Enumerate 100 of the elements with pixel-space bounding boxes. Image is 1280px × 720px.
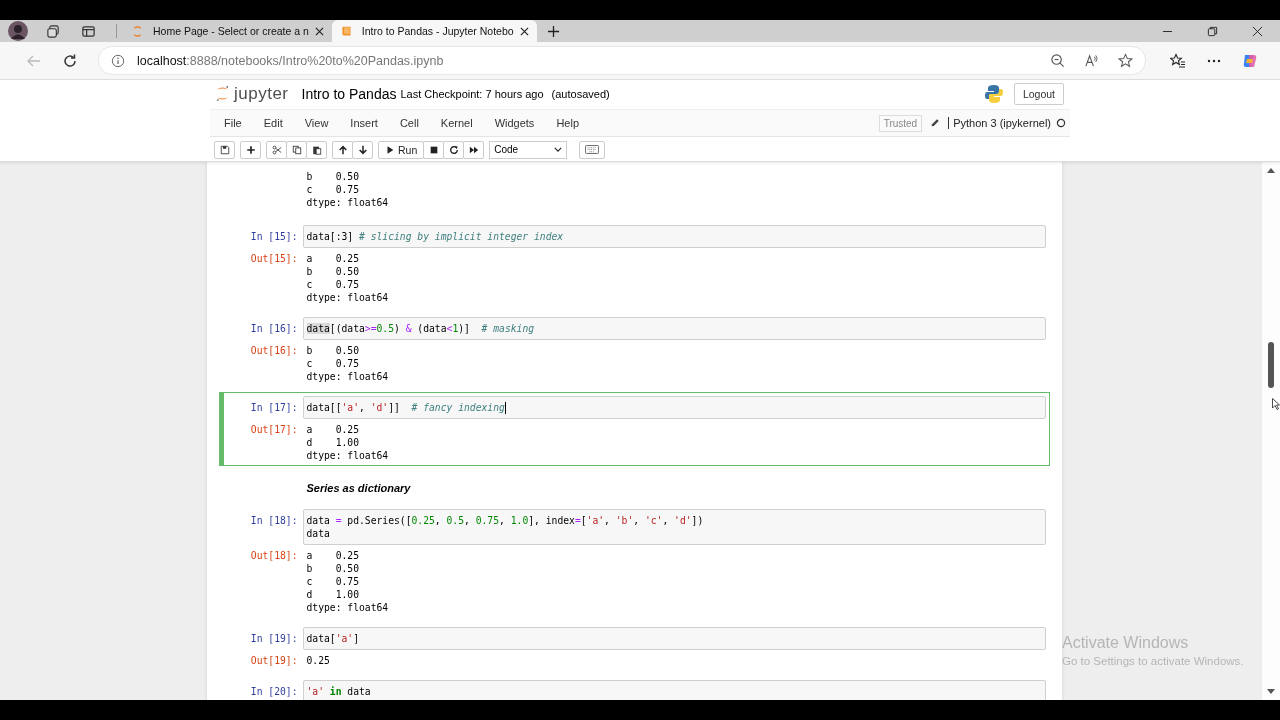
browser-tab[interactable]: Intro to Pandas - Jupyter Notebo xyxy=(331,20,537,42)
profile-avatar-icon[interactable] xyxy=(8,21,28,41)
restart-button[interactable] xyxy=(443,140,465,159)
restart-run-all-button[interactable] xyxy=(463,140,485,159)
output-line: d 1.00 xyxy=(306,436,360,449)
checkpoint-text: Last Checkpoint: 7 hours ago xyxy=(400,87,544,100)
output-line: 0.25 xyxy=(306,654,331,667)
trusted-indicator[interactable]: Trusted xyxy=(878,114,923,132)
output-line: d 1.00 xyxy=(306,588,360,601)
python-logo-icon xyxy=(983,83,1004,104)
menu-item[interactable]: Insert xyxy=(350,117,378,129)
address-field[interactable]: localhost:8888/notebooks/Intro%20to%20Pandas.ipynb xyxy=(98,46,1146,75)
output-line: c 0.75 xyxy=(306,183,360,196)
output-prompt: Out[15]: xyxy=(249,252,299,266)
close-icon[interactable] xyxy=(1252,25,1263,37)
menu-item[interactable]: View xyxy=(304,117,329,129)
notebook-title[interactable]: Intro to Pandas xyxy=(301,85,397,102)
output-line: a 0.25 xyxy=(306,549,360,562)
scroll-up-icon[interactable] xyxy=(1267,167,1275,173)
code-cell[interactable]: In [20]: 'a' in data xyxy=(218,676,1050,700)
copy-button[interactable] xyxy=(286,140,307,159)
code-input[interactable]: data['a'] xyxy=(302,627,1046,650)
workspaces-icon[interactable] xyxy=(46,23,61,39)
copilot-icon[interactable] xyxy=(1242,52,1258,69)
logo-text: jupyter xyxy=(234,83,289,104)
menu-item[interactable]: Help xyxy=(556,117,579,129)
scroll-thumb[interactable] xyxy=(1268,342,1274,388)
activation-title: Activate Windows xyxy=(1062,634,1190,652)
scissors-icon xyxy=(271,144,282,155)
close-icon[interactable] xyxy=(314,26,324,36)
loading-icon xyxy=(131,24,144,38)
code-line: data = pd.Series([0.25, 0.5, 0.75, 1.0], index=['a', 'b', 'c', 'd']) xyxy=(306,514,705,527)
paste-button[interactable] xyxy=(306,140,327,159)
output-prompt: Out[17]: xyxy=(249,423,299,437)
code-input[interactable]: data[:3] # slicing by implicit integer index xyxy=(302,225,1046,248)
tab-title: Intro to Pandas - Jupyter Notebo xyxy=(361,25,514,37)
star-icon[interactable] xyxy=(1118,53,1133,68)
browser-tab[interactable]: Home Page - Select or create a n xyxy=(123,20,332,42)
save-button[interactable] xyxy=(214,140,235,159)
output-line: b 0.50 xyxy=(306,344,360,357)
restart-icon xyxy=(448,144,459,155)
insert-cell-button[interactable] xyxy=(240,140,261,159)
output-prompt: Out[16]: xyxy=(249,344,299,358)
output-line: a 0.25 xyxy=(306,423,360,436)
input-prompt: In [15]: xyxy=(249,230,299,244)
logout-button[interactable]: Logout xyxy=(1013,82,1064,105)
tab-actions-icon[interactable] xyxy=(81,23,96,39)
arrow-down-icon xyxy=(357,144,368,155)
code-cell[interactable]: In [15]: data[:3] # slicing by implicit integer index Out[15]: a 0.25 b 0.50 c 0.75 dtype: float64 xyxy=(218,221,1050,308)
pencil-icon[interactable] xyxy=(930,118,941,128)
code-cell[interactable]: In [19]: data['a'] Out[19]: 0.25 xyxy=(218,623,1050,671)
output-line: dtype: float64 xyxy=(306,196,390,209)
info-icon[interactable] xyxy=(111,53,125,68)
restore-icon[interactable] xyxy=(1207,25,1218,37)
output-line: b 0.50 xyxy=(306,562,360,575)
cut-button[interactable] xyxy=(266,140,287,159)
output-prompt: Out[18]: xyxy=(249,549,299,563)
code-input[interactable]: data[(data>=0.5) & (data<1)] # masking xyxy=(302,317,1046,340)
keyboard-icon xyxy=(585,145,600,154)
stop-button[interactable] xyxy=(423,140,445,159)
refresh-icon[interactable] xyxy=(62,52,78,69)
scrollbar[interactable] xyxy=(1262,162,1280,700)
menu-item[interactable]: Widgets xyxy=(494,117,535,129)
input-prompt: In [20]: xyxy=(249,685,299,699)
menu-item[interactable]: Kernel xyxy=(440,117,473,129)
cell-type-select[interactable]: Code xyxy=(489,140,568,159)
menu-item[interactable]: Cell xyxy=(399,117,419,129)
code-input[interactable]: 'a' in data xyxy=(302,680,1046,700)
output-line: dtype: float64 xyxy=(306,449,390,462)
code-input[interactable]: data[['a', 'd']] # fancy indexing xyxy=(302,396,1046,419)
code-line: data[:3] # slicing by implicit integer index xyxy=(306,230,565,243)
favorites-icon[interactable] xyxy=(1170,52,1186,69)
zoom-out-icon[interactable] xyxy=(1050,53,1065,68)
move-down-button[interactable] xyxy=(352,140,373,159)
code-line: data['a'] xyxy=(306,632,360,645)
notebook-icon xyxy=(339,24,353,38)
stop-icon xyxy=(428,144,439,155)
code-input[interactable]: data = pd.Series([0.25, 0.5, 0.75, 1.0], index=['a', 'b', 'c', 'd']) data xyxy=(302,509,1046,545)
new-tab-icon[interactable] xyxy=(546,24,560,38)
code-cell[interactable]: In [17]: data[['a', 'd']] # fancy indexing Out[17]: a 0.25 d 1.00 dtype: float64 xyxy=(218,392,1050,466)
scroll-down-icon[interactable] xyxy=(1267,689,1275,695)
kernel-name[interactable]: Python 3 (ipykernel) xyxy=(948,117,1051,129)
kernel-idle-icon xyxy=(1056,118,1066,128)
output-line: c 0.75 xyxy=(306,357,360,370)
code-cell[interactable]: In [18]: data = pd.Series([0.25, 0.5, 0.75, 1.0], index=['a', 'b', 'c', 'd']) data Out[18]: a 0.25 b 0.50 c 0.75 d 1.00 dtype: float64 xyxy=(218,505,1050,618)
output-line: b 0.50 xyxy=(306,265,360,278)
code-cell[interactable]: In [16]: data[(data>=0.5) & (data<1)] # masking Out[16]: b 0.50 c 0.75 dtype: float64 xyxy=(218,313,1050,387)
output-line: dtype: float64 xyxy=(306,601,390,614)
move-up-button[interactable] xyxy=(332,140,353,159)
code-line: data xyxy=(306,527,331,540)
read-aloud-icon[interactable] xyxy=(1084,53,1099,68)
run-button[interactable]: Run xyxy=(378,140,425,159)
arrow-up-icon xyxy=(337,144,348,155)
menu-item[interactable]: File xyxy=(224,117,242,129)
command-palette-button[interactable] xyxy=(579,140,606,159)
close-icon[interactable] xyxy=(519,26,529,36)
output-line: a 0.25 xyxy=(306,252,360,265)
input-prompt: In [18]: xyxy=(249,514,299,528)
menu-item[interactable]: Edit xyxy=(263,117,283,129)
copy-icon xyxy=(291,144,302,155)
